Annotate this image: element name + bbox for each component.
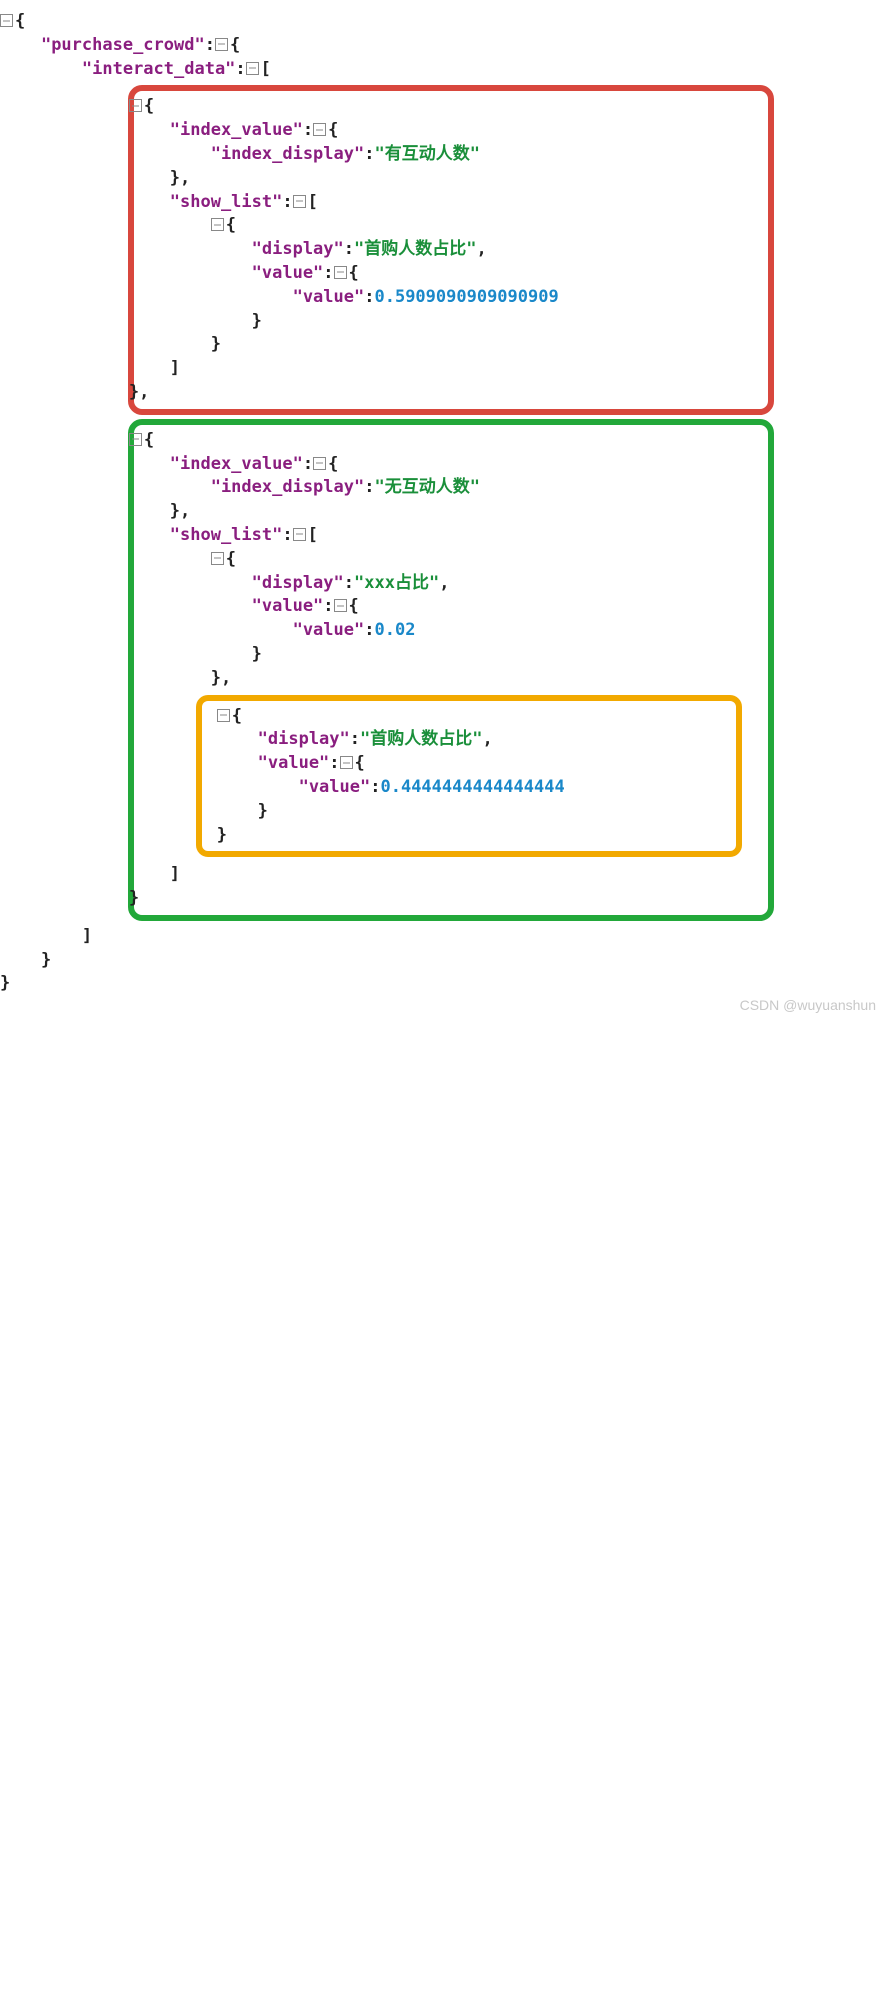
collapse-icon[interactable] xyxy=(217,709,230,722)
json-line: } xyxy=(0,949,894,973)
highlight-box-yellow: { "display":"首购人数占比", "value":{ "value":… xyxy=(196,695,742,858)
json-line: "display":"xxx占比", xyxy=(6,572,762,596)
json-line: { xyxy=(6,95,762,119)
json-line: } xyxy=(12,800,730,824)
json-key: "index_value" xyxy=(170,120,303,140)
json-line: } xyxy=(6,310,762,334)
json-line: "value":{ xyxy=(6,262,762,286)
collapse-icon[interactable] xyxy=(293,528,306,541)
json-line: ] xyxy=(6,863,762,887)
json-line: "display":"首购人数占比", xyxy=(12,728,730,752)
json-line: "index_display":"无互动人数" xyxy=(6,476,762,500)
json-key: "show_list" xyxy=(170,192,283,212)
json-string: "首购人数占比" xyxy=(354,239,476,259)
json-key: "purchase_crowd" xyxy=(41,35,205,55)
json-key: "index_display" xyxy=(211,144,365,164)
highlight-box-red: { "index_value":{ "index_display":"有互动人数… xyxy=(128,85,774,414)
collapse-icon[interactable] xyxy=(334,599,347,612)
json-string: "首购人数占比" xyxy=(360,729,482,749)
json-line: }, xyxy=(6,167,762,191)
json-key: "show_list" xyxy=(170,525,283,545)
json-line: "value":0.5909090909090909 xyxy=(6,286,762,310)
json-line: } xyxy=(0,972,894,996)
collapse-icon[interactable] xyxy=(211,552,224,565)
json-number: 0.4444444444444444 xyxy=(380,777,564,797)
json-key: "index_display" xyxy=(211,477,365,497)
collapse-icon[interactable] xyxy=(334,266,347,279)
json-line: }, xyxy=(6,667,762,691)
json-line: ] xyxy=(6,357,762,381)
collapse-icon[interactable] xyxy=(0,14,13,27)
json-line: } xyxy=(6,887,762,911)
json-line: { xyxy=(6,429,762,453)
json-line: }, xyxy=(6,500,762,524)
json-line: } xyxy=(6,333,762,357)
json-line: { xyxy=(6,214,762,238)
highlight-box-green: { "index_value":{ "index_display":"无互动人数… xyxy=(128,419,774,921)
json-key: "value" xyxy=(252,263,324,283)
json-key: "index_value" xyxy=(170,454,303,474)
collapse-icon[interactable] xyxy=(246,62,259,75)
collapse-icon[interactable] xyxy=(129,99,142,112)
collapse-icon[interactable] xyxy=(129,433,142,446)
json-line: "display":"首购人数占比", xyxy=(6,238,762,262)
collapse-icon[interactable] xyxy=(293,195,306,208)
json-string: "xxx占比" xyxy=(354,573,439,593)
json-line: "value":0.4444444444444444 xyxy=(12,776,730,800)
collapse-icon[interactable] xyxy=(313,457,326,470)
json-line: "index_display":"有互动人数" xyxy=(6,143,762,167)
json-key: "value" xyxy=(258,753,330,773)
json-line: "show_list":[ xyxy=(6,191,762,215)
watermark: CSDN @wuyuanshun xyxy=(740,996,876,1016)
collapse-icon[interactable] xyxy=(313,123,326,136)
json-line: "index_value":{ xyxy=(6,119,762,143)
collapse-icon[interactable] xyxy=(211,218,224,231)
json-string: "无互动人数" xyxy=(374,477,479,497)
json-line: }, xyxy=(6,381,762,405)
json-line: "index_value":{ xyxy=(6,453,762,477)
json-key: "interact_data" xyxy=(82,59,236,79)
json-key: "display" xyxy=(252,239,344,259)
json-line: "value":{ xyxy=(12,752,730,776)
json-line: "show_list":[ xyxy=(6,524,762,548)
json-line: { xyxy=(12,705,730,729)
json-line: "purchase_crowd":{ xyxy=(0,34,894,58)
json-key: "value" xyxy=(252,596,324,616)
json-line: { xyxy=(0,10,894,34)
collapse-icon[interactable] xyxy=(340,756,353,769)
json-line: } xyxy=(6,643,762,667)
json-line: "value":{ xyxy=(6,595,762,619)
json-key: "value" xyxy=(299,777,371,797)
json-line: { xyxy=(6,548,762,572)
json-line: } xyxy=(12,824,730,848)
json-number: 0.02 xyxy=(374,620,415,640)
collapse-icon[interactable] xyxy=(215,38,228,51)
json-key: "value" xyxy=(293,620,365,640)
json-line: "interact_data":[ xyxy=(0,58,894,82)
json-string: "有互动人数" xyxy=(374,144,479,164)
json-key: "display" xyxy=(258,729,350,749)
json-key: "display" xyxy=(252,573,344,593)
json-number: 0.5909090909090909 xyxy=(374,287,558,307)
json-line: ] xyxy=(0,925,894,949)
json-key: "value" xyxy=(293,287,365,307)
json-line: "value":0.02 xyxy=(6,619,762,643)
